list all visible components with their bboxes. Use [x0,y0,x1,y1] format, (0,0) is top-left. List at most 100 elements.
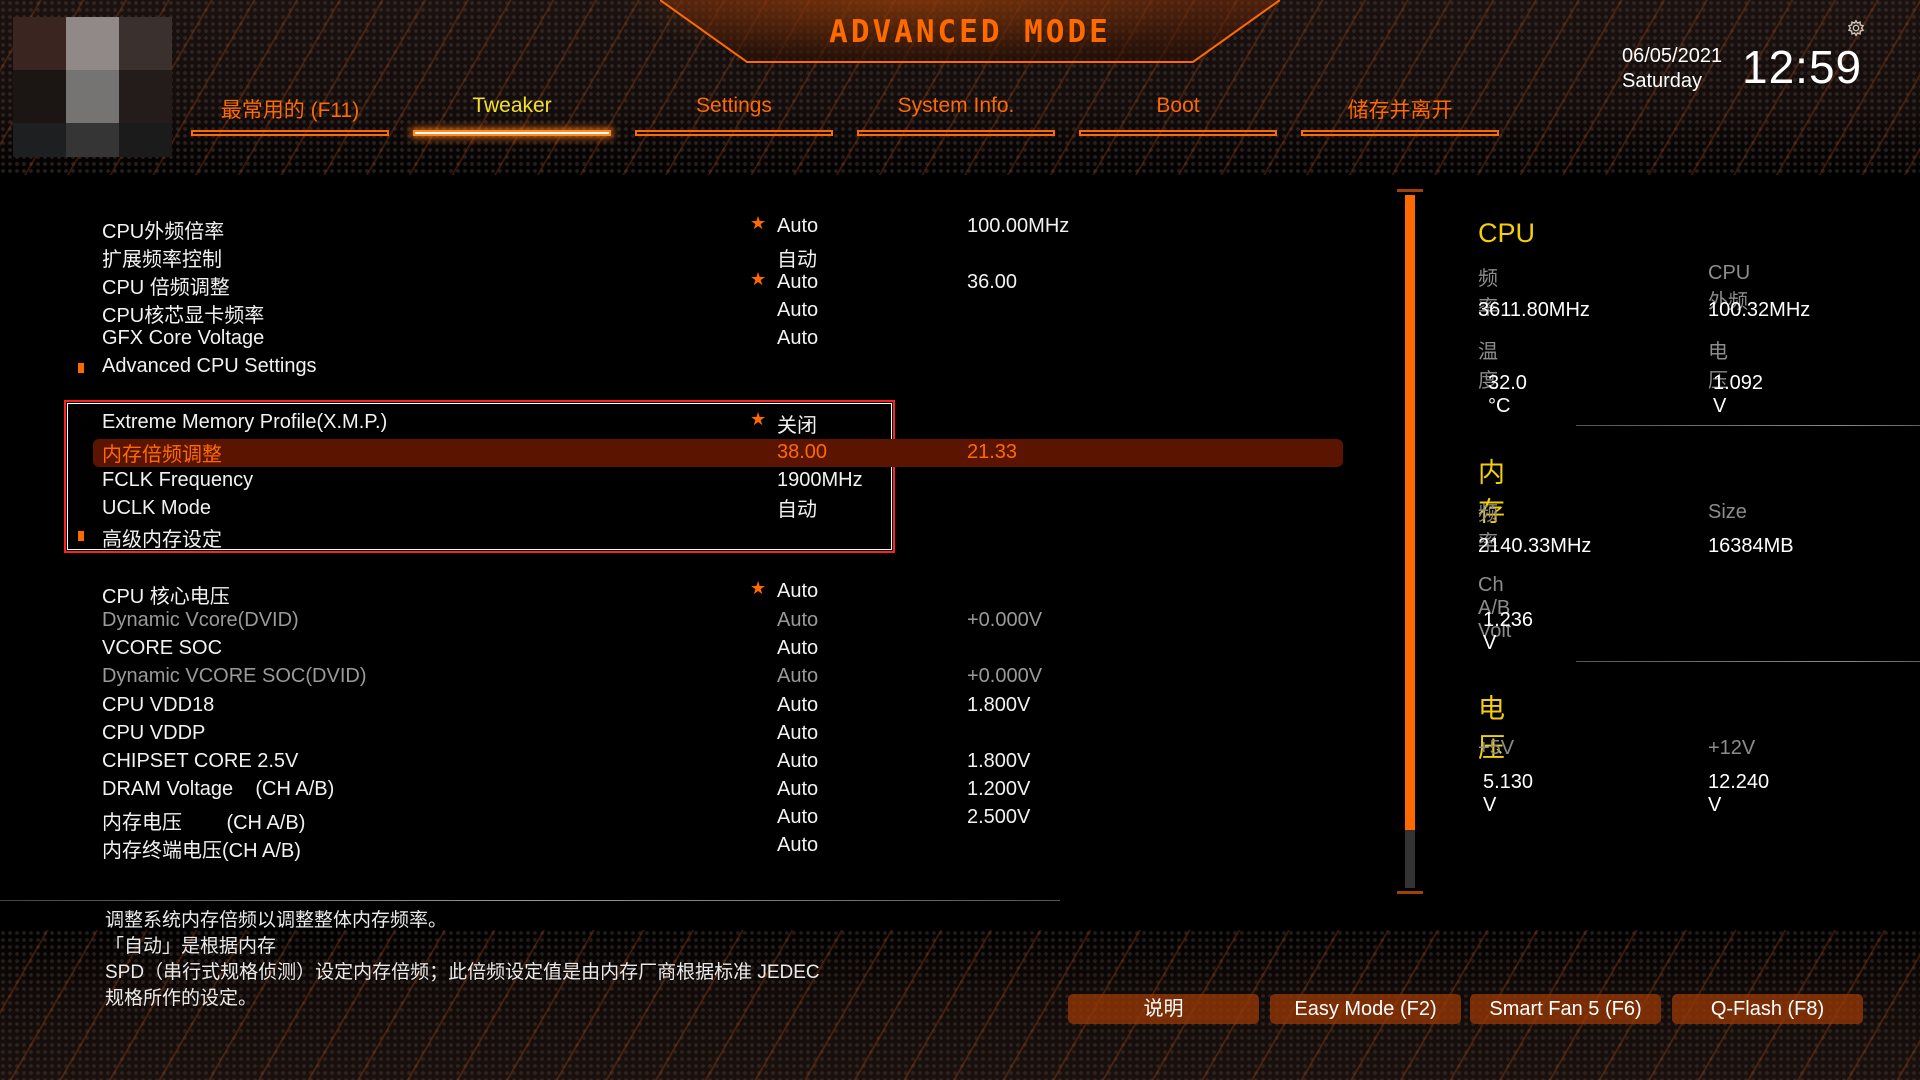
setting-label: UCLK Mode [102,497,211,519]
submenu-advanced-memory-settings[interactable]: 高级内存设定 [78,521,1343,551]
setting-value: Auto [777,694,819,716]
panel-divider [1576,425,1920,426]
setting-label: CPU外频倍率 [102,221,225,243]
setting-label: Dynamic VCORE SOC(DVID) [102,665,367,687]
setting-row[interactable]: 内存终端电压(CH A/B) Auto [93,832,1343,862]
submenu-bullet-icon [78,531,84,541]
submenu-advanced-cpu-settings[interactable]: Advanced CPU Settings [78,353,1343,381]
setting-label: 内存倍频调整 [102,444,222,466]
help-button[interactable]: 说明 [1068,994,1259,1024]
setting-value: 1900MHz [777,469,863,491]
setting-row-selected[interactable]: 内存倍频调整 38.00 21.33 [93,439,1343,467]
tab-settings[interactable]: Settings [635,92,833,138]
tab-tweaker[interactable]: Tweaker [413,92,611,138]
tab-label: Tweaker [472,94,552,117]
setting-value: Auto [777,834,819,856]
smart-fan-button[interactable]: Smart Fan 5 (F6) [1470,994,1661,1024]
setting-row[interactable]: CHIPSET CORE 2.5V Auto 1.800V [93,748,1343,776]
setting-row[interactable]: VCORE SOC Auto [93,635,1343,663]
easy-mode-button[interactable]: Easy Mode (F2) [1270,994,1461,1024]
setting-value: Auto [777,609,819,631]
setting-value: Auto [777,580,819,602]
setting-row[interactable]: FCLK Frequency 1900MHz [93,467,1343,495]
voltage-12v-value: 12.240 V [1708,771,1770,816]
tab-label: 储存并离开 [1347,99,1453,122]
setting-row[interactable]: CPU VDD18 Auto 1.800V [93,692,1343,720]
setting-value: Auto [777,665,819,687]
star-icon: ★ [750,269,767,290]
setting-label: CPU VDD18 [102,694,215,716]
setting-value: Auto [777,750,819,772]
tab-underline [191,130,389,136]
setting-label: Advanced CPU Settings [102,355,317,377]
date-display: 06/05/2021 Saturday [1622,44,1722,94]
memory-voltage-value: 1.236 V [1483,609,1534,654]
setting-value: Auto [777,327,819,349]
panel-divider [1576,661,1920,662]
setting-row[interactable]: 内存电压 (CH A/B) Auto 2.500V [93,804,1343,834]
setting-row[interactable]: CPU 倍频调整 ★ Auto 36.00 [93,269,1343,299]
tab-save-exit[interactable]: 储存并离开 [1301,92,1499,138]
memory-size-value: 16384MB [1708,535,1794,557]
setting-current-value: +0.000V [967,665,1043,687]
setting-current-value: 21.33 [967,441,1018,463]
tab-system-info[interactable]: System Info. [857,92,1055,138]
scrollbar[interactable] [1405,195,1415,888]
setting-label: 内存电压 (CH A/B) [102,812,306,834]
setting-row[interactable]: UCLK Mode 自动 [93,495,1343,523]
setting-label: FCLK Frequency [102,469,254,491]
voltage-5v-label: +5V [1478,737,1515,759]
tab-underline [1301,130,1499,136]
setting-row: Dynamic VCORE SOC(DVID) Auto +0.000V [93,663,1343,691]
clock: 12:59 [1742,41,1863,93]
setting-value: Auto [777,722,819,744]
weekday: Saturday [1622,70,1703,92]
setting-row[interactable]: GFX Core Voltage Auto [93,325,1343,353]
help-line: SPD（串行式规格侦测）设定内存倍频；此倍频设定值是由内存厂商根据标准 JEDE… [105,962,820,983]
help-line: 规格所作的设定。 [105,988,258,1009]
cpu-voltage-value: 1.092 V [1713,372,1764,417]
scrollbar-top-cap [1397,189,1423,192]
voltage-12v-label: +12V [1708,737,1756,759]
setting-row[interactable]: Extreme Memory Profile(X.M.P.) ★ 关闭 [93,409,1343,437]
setting-value: Auto [777,637,819,659]
setting-value: Auto [777,215,819,237]
tab-label: 最常用的 (F11) [220,99,360,122]
setting-current-value: +0.000V [967,609,1043,631]
help-line: 调整系统内存倍频以调整整体内存频率。 [105,910,448,931]
setting-row[interactable]: CPU核芯显卡频率 Auto [93,297,1343,327]
cpu-section-title: CPU [1478,218,1536,248]
tab-favorites[interactable]: 最常用的 (F11) [191,92,389,138]
tab-underline [635,130,833,136]
gear-icon[interactable] [1847,19,1865,37]
setting-row[interactable]: 扩展频率控制 自动 [93,241,1343,271]
setting-label: DRAM Voltage (CH A/B) [102,778,335,800]
star-icon: ★ [750,578,767,599]
q-flash-button[interactable]: Q-Flash (F8) [1672,994,1863,1024]
cpu-frequency-value: 3611.80MHz [1478,299,1590,321]
setting-value: 自动 [777,499,817,521]
tab-boot[interactable]: Boot [1079,92,1277,138]
setting-label: 内存终端电压(CH A/B) [102,840,301,862]
star-icon: ★ [750,409,767,430]
setting-row[interactable]: CPU 核心电压 ★ Auto [93,578,1343,608]
setting-current-value: 1.800V [967,750,1031,772]
setting-current-value: 1.200V [967,778,1031,800]
setting-label: GFX Core Voltage [102,327,265,349]
tab-label: System Info. [897,94,1015,117]
setting-row[interactable]: DRAM Voltage (CH A/B) Auto 1.200V [93,776,1343,804]
cpu-temperature-value: 32.0 °C [1488,372,1527,417]
memory-frequency-value: 2140.33MHz [1478,535,1592,557]
setting-row[interactable]: CPU外频倍率 ★ Auto 100.00MHz [93,213,1343,243]
brand-logo [13,17,172,157]
tab-underline [413,130,611,136]
date: 06/05/2021 [1622,45,1723,67]
setting-value: 38.00 [777,441,828,463]
setting-label: 扩展频率控制 [102,249,222,271]
setting-row[interactable]: CPU VDDP Auto [93,720,1343,748]
setting-current-value: 100.00MHz [967,215,1070,237]
scrollbar-thumb[interactable] [1405,195,1415,830]
setting-value: 自动 [777,249,817,271]
submenu-bullet-icon [78,363,84,373]
setting-label: Dynamic Vcore(DVID) [102,609,299,631]
